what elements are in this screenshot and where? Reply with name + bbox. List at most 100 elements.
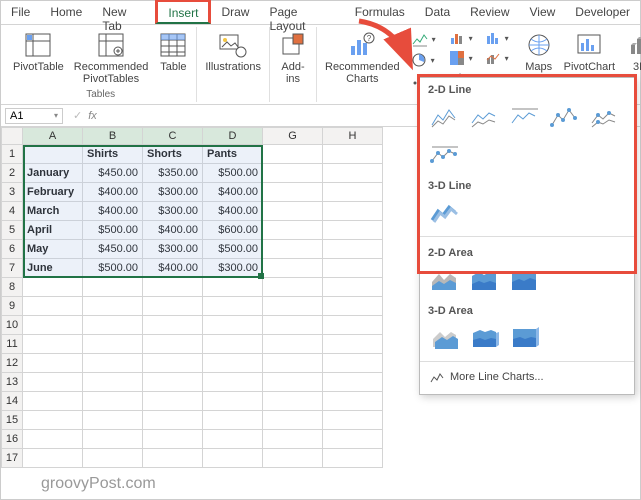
- line-chart-dropdown[interactable]: [408, 29, 440, 49]
- cell[interactable]: [263, 202, 323, 221]
- thumb-stacked-area[interactable]: [468, 265, 502, 295]
- cell[interactable]: [23, 430, 83, 449]
- cell[interactable]: [323, 411, 383, 430]
- tab-review[interactable]: Review: [460, 1, 519, 24]
- cell[interactable]: [143, 373, 203, 392]
- cell[interactable]: $500.00: [83, 221, 143, 240]
- cell[interactable]: [263, 335, 323, 354]
- cell[interactable]: [143, 278, 203, 297]
- cell[interactable]: $300.00: [143, 202, 203, 221]
- select-all-corner[interactable]: [1, 127, 23, 145]
- cell[interactable]: [143, 449, 203, 468]
- cell[interactable]: [263, 183, 323, 202]
- cell[interactable]: [83, 278, 143, 297]
- cell[interactable]: [23, 297, 83, 316]
- cell[interactable]: [263, 449, 323, 468]
- thumb-stacked-line-markers[interactable]: [588, 102, 622, 132]
- recommended-charts-button[interactable]: ? Recommended Charts: [323, 29, 402, 87]
- cell[interactable]: March: [23, 202, 83, 221]
- cell[interactable]: [83, 449, 143, 468]
- cell[interactable]: [323, 221, 383, 240]
- cell[interactable]: [323, 297, 383, 316]
- tab-home[interactable]: Home: [40, 1, 92, 24]
- cell[interactable]: [263, 354, 323, 373]
- cell[interactable]: $400.00: [83, 183, 143, 202]
- cell[interactable]: $400.00: [143, 259, 203, 278]
- cell[interactable]: [23, 411, 83, 430]
- tab-view[interactable]: View: [520, 1, 566, 24]
- cell[interactable]: [263, 392, 323, 411]
- cell[interactable]: [203, 392, 263, 411]
- thumb-3d-100-stacked-area[interactable]: [508, 323, 542, 353]
- cell[interactable]: [323, 145, 383, 164]
- fx-cancel-icon[interactable]: ✓: [73, 109, 82, 122]
- cell[interactable]: [323, 354, 383, 373]
- cell[interactable]: [23, 392, 83, 411]
- cell[interactable]: [323, 278, 383, 297]
- row-header[interactable]: 7: [1, 259, 23, 278]
- row-header[interactable]: 14: [1, 392, 23, 411]
- cell[interactable]: [143, 316, 203, 335]
- row-header[interactable]: 8: [1, 278, 23, 297]
- cell[interactable]: [203, 354, 263, 373]
- cell[interactable]: [83, 411, 143, 430]
- row-header[interactable]: 5: [1, 221, 23, 240]
- cell[interactable]: $350.00: [143, 164, 203, 183]
- cell[interactable]: $300.00: [143, 183, 203, 202]
- cell[interactable]: [23, 354, 83, 373]
- cell[interactable]: $450.00: [83, 240, 143, 259]
- cell[interactable]: $500.00: [83, 259, 143, 278]
- cell[interactable]: [263, 297, 323, 316]
- cell[interactable]: [323, 449, 383, 468]
- treemap-dropdown[interactable]: [446, 49, 476, 67]
- row-header[interactable]: 10: [1, 316, 23, 335]
- pivot-chart-button[interactable]: PivotChart: [562, 29, 617, 75]
- bar-chart-dropdown[interactable]: [446, 29, 476, 47]
- cell[interactable]: $500.00: [203, 240, 263, 259]
- cell[interactable]: [203, 278, 263, 297]
- cell[interactable]: [263, 164, 323, 183]
- cell[interactable]: [263, 430, 323, 449]
- cell[interactable]: $300.00: [203, 259, 263, 278]
- cell[interactable]: [23, 373, 83, 392]
- cell[interactable]: [203, 373, 263, 392]
- row-header[interactable]: 1: [1, 145, 23, 164]
- thumb-100-stacked-line[interactable]: [508, 102, 542, 132]
- thumb-line[interactable]: [428, 102, 462, 132]
- cell[interactable]: [203, 430, 263, 449]
- cell[interactable]: [323, 430, 383, 449]
- cell[interactable]: $400.00: [143, 221, 203, 240]
- cell[interactable]: $400.00: [83, 202, 143, 221]
- cell[interactable]: [83, 392, 143, 411]
- cell[interactable]: [323, 316, 383, 335]
- cell[interactable]: [143, 335, 203, 354]
- cell[interactable]: [83, 373, 143, 392]
- tab-data[interactable]: Data: [415, 1, 460, 24]
- recommended-pivottables-button[interactable]: Recommended PivotTables: [72, 29, 151, 87]
- cell[interactable]: [23, 278, 83, 297]
- cell[interactable]: [23, 335, 83, 354]
- cell[interactable]: [323, 373, 383, 392]
- cell[interactable]: [83, 316, 143, 335]
- name-box[interactable]: A1▾: [5, 108, 63, 124]
- thumb-3d-stacked-area[interactable]: [468, 323, 502, 353]
- row-header[interactable]: 13: [1, 373, 23, 392]
- row-header[interactable]: 6: [1, 240, 23, 259]
- tab-newtab[interactable]: New Tab: [92, 1, 157, 24]
- tab-draw[interactable]: Draw: [211, 1, 259, 24]
- cell[interactable]: $500.00: [203, 164, 263, 183]
- cell[interactable]: [23, 145, 83, 164]
- cell[interactable]: [263, 316, 323, 335]
- col-header-b[interactable]: B: [83, 127, 143, 145]
- cell[interactable]: [203, 316, 263, 335]
- cell[interactable]: $600.00: [203, 221, 263, 240]
- thumb-3d-line[interactable]: [428, 198, 462, 228]
- cell[interactable]: $400.00: [203, 202, 263, 221]
- row-header[interactable]: 16: [1, 430, 23, 449]
- cell[interactable]: [263, 278, 323, 297]
- cell[interactable]: [143, 430, 203, 449]
- stat-chart-dropdown[interactable]: [482, 29, 512, 47]
- thumb-stacked-line[interactable]: [468, 102, 502, 132]
- cell[interactable]: Shorts: [143, 145, 203, 164]
- tab-file[interactable]: File: [1, 1, 40, 24]
